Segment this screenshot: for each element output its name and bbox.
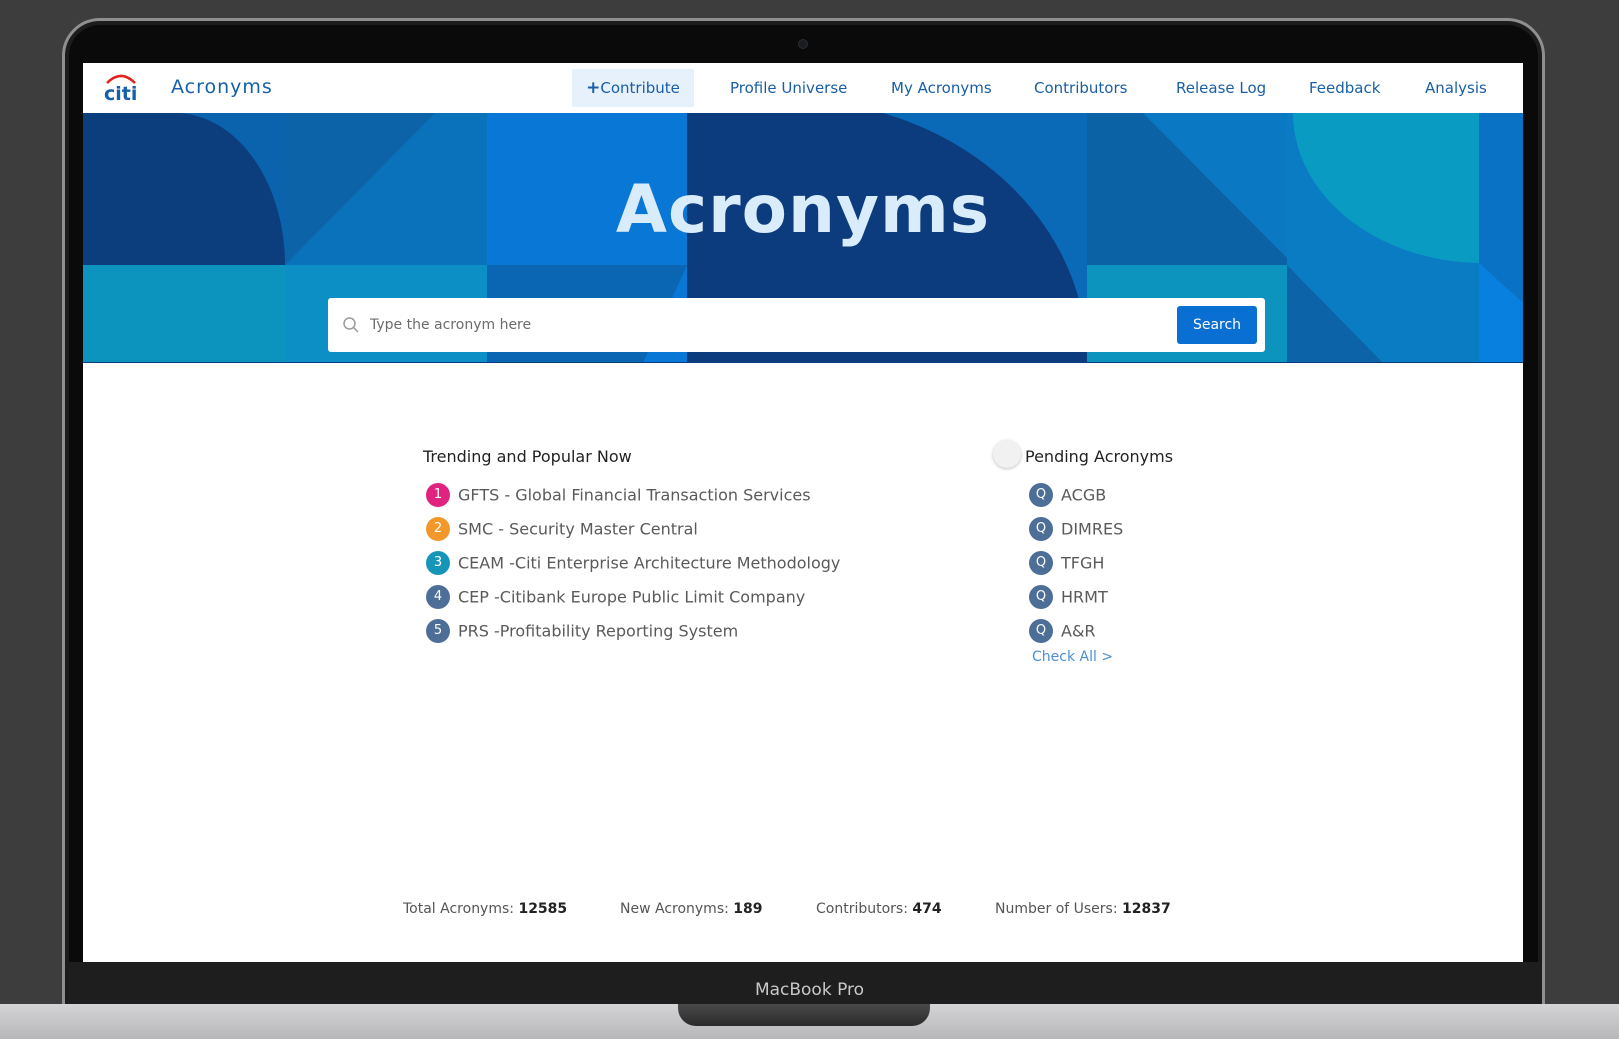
pending-item-text: DIMRES [1061,519,1124,539]
pending-item-text: ACGB [1061,485,1107,505]
plus-icon: + [586,78,601,98]
trending-item[interactable]: 4 CEP -Citibank Europe Public Limit Compa… [426,585,805,611]
trending-item-text: SMC - Security Master Central [458,519,698,539]
app-title[interactable]: Acronyms [171,76,273,98]
trending-item[interactable]: 3 CEAM -Citi Enterprise Architecture Meth… [426,551,840,577]
device-label: MacBook Pro [754,980,865,1000]
pending-badge-icon: Q [1029,483,1053,507]
nav-my-acronyms[interactable]: My Acronyms [891,69,992,107]
contribute-label: Contribute [600,79,680,97]
contribute-button[interactable]: +Contribute [572,69,694,107]
pending-badge-icon: Q [1029,585,1053,609]
stat-users-label: Number of Users: [995,901,1118,917]
rank-badge: 5 [426,619,450,643]
stat-new-label: New Acronyms: [620,901,729,917]
nav-profile-universe[interactable]: Profile Universe [730,69,847,107]
top-nav: citi Acronyms +Contribute Profile Univer… [83,63,1523,113]
stat-contributors-value: 474 [912,901,942,917]
trending-item-text: CEP -Citibank Europe Public Limit Compan… [458,587,806,607]
nav-release-log[interactable]: Release Log [1176,69,1266,107]
hero-title: Acronyms [615,171,991,248]
stat-total-value: 12585 [518,901,568,917]
nav-contributors[interactable]: Contributors [1034,69,1127,107]
pending-item[interactable]: Q HRMT [1029,585,1108,611]
hero-banner: Acronyms Search [83,113,1523,363]
nav-analysis[interactable]: Analysis [1425,69,1487,107]
pending-item-text: A&R [1061,621,1096,641]
stat-total-label: Total Acronyms: [403,901,514,917]
rank-badge: 2 [426,517,450,541]
check-all-link[interactable]: Check All > [1032,649,1113,665]
trending-item-text: GFTS - Global Financial Transaction Serv… [458,485,811,505]
stat-users-value: 12837 [1122,901,1171,917]
search-input[interactable] [370,310,1150,340]
trending-item[interactable]: 2 SMC - Security Master Central [426,517,698,543]
pending-item-text: HRMT [1061,587,1108,607]
trending-item-text: PRS -Profitability Reporting System [458,621,739,641]
search-button[interactable]: Search [1177,306,1257,344]
pending-toggle[interactable] [993,440,1021,468]
stat-new-acronyms: New Acronyms: 189 [620,901,763,917]
trending-item-text: CEAM -Citi Enterprise Architecture Metho… [458,553,841,573]
stat-contributors-label: Contributors: [816,901,908,917]
stat-contributors: Contributors: 474 [816,901,942,917]
search-icon [343,317,359,333]
trending-item[interactable]: 1 GFTS - Global Financial Transaction Ser… [426,483,811,509]
pending-item[interactable]: Q DIMRES [1029,517,1123,543]
pending-item[interactable]: Q A&R [1029,619,1096,645]
logo-text: citi [104,83,137,103]
citi-logo: citi [104,74,137,103]
rank-badge: 1 [426,483,450,507]
rank-badge: 4 [426,585,450,609]
nav-feedback[interactable]: Feedback [1309,69,1380,107]
rank-badge: 3 [426,551,450,575]
stat-total-acronyms: Total Acronyms: 12585 [403,901,567,917]
pending-badge-icon: Q [1029,551,1053,575]
trending-title: Trending and Popular Now [423,447,632,466]
camera-icon [798,39,808,49]
pending-badge-icon: Q [1029,619,1053,643]
laptop-notch [678,1004,930,1026]
pending-item[interactable]: Q TFGH [1029,551,1104,577]
stat-new-value: 189 [733,901,763,917]
pending-badge-icon: Q [1029,517,1053,541]
search-bar: Search [328,298,1265,352]
hero-divider [83,362,1523,363]
pending-title: Pending Acronyms [1025,447,1174,466]
pending-item-text: TFGH [1061,553,1105,573]
app-screen: citi Acronyms +Contribute Profile Univer… [83,63,1523,962]
pending-item[interactable]: Q ACGB [1029,483,1106,509]
stat-number-of-users: Number of Users: 12837 [995,901,1171,917]
trending-item[interactable]: 5 PRS -Profitability Reporting System [426,619,738,645]
